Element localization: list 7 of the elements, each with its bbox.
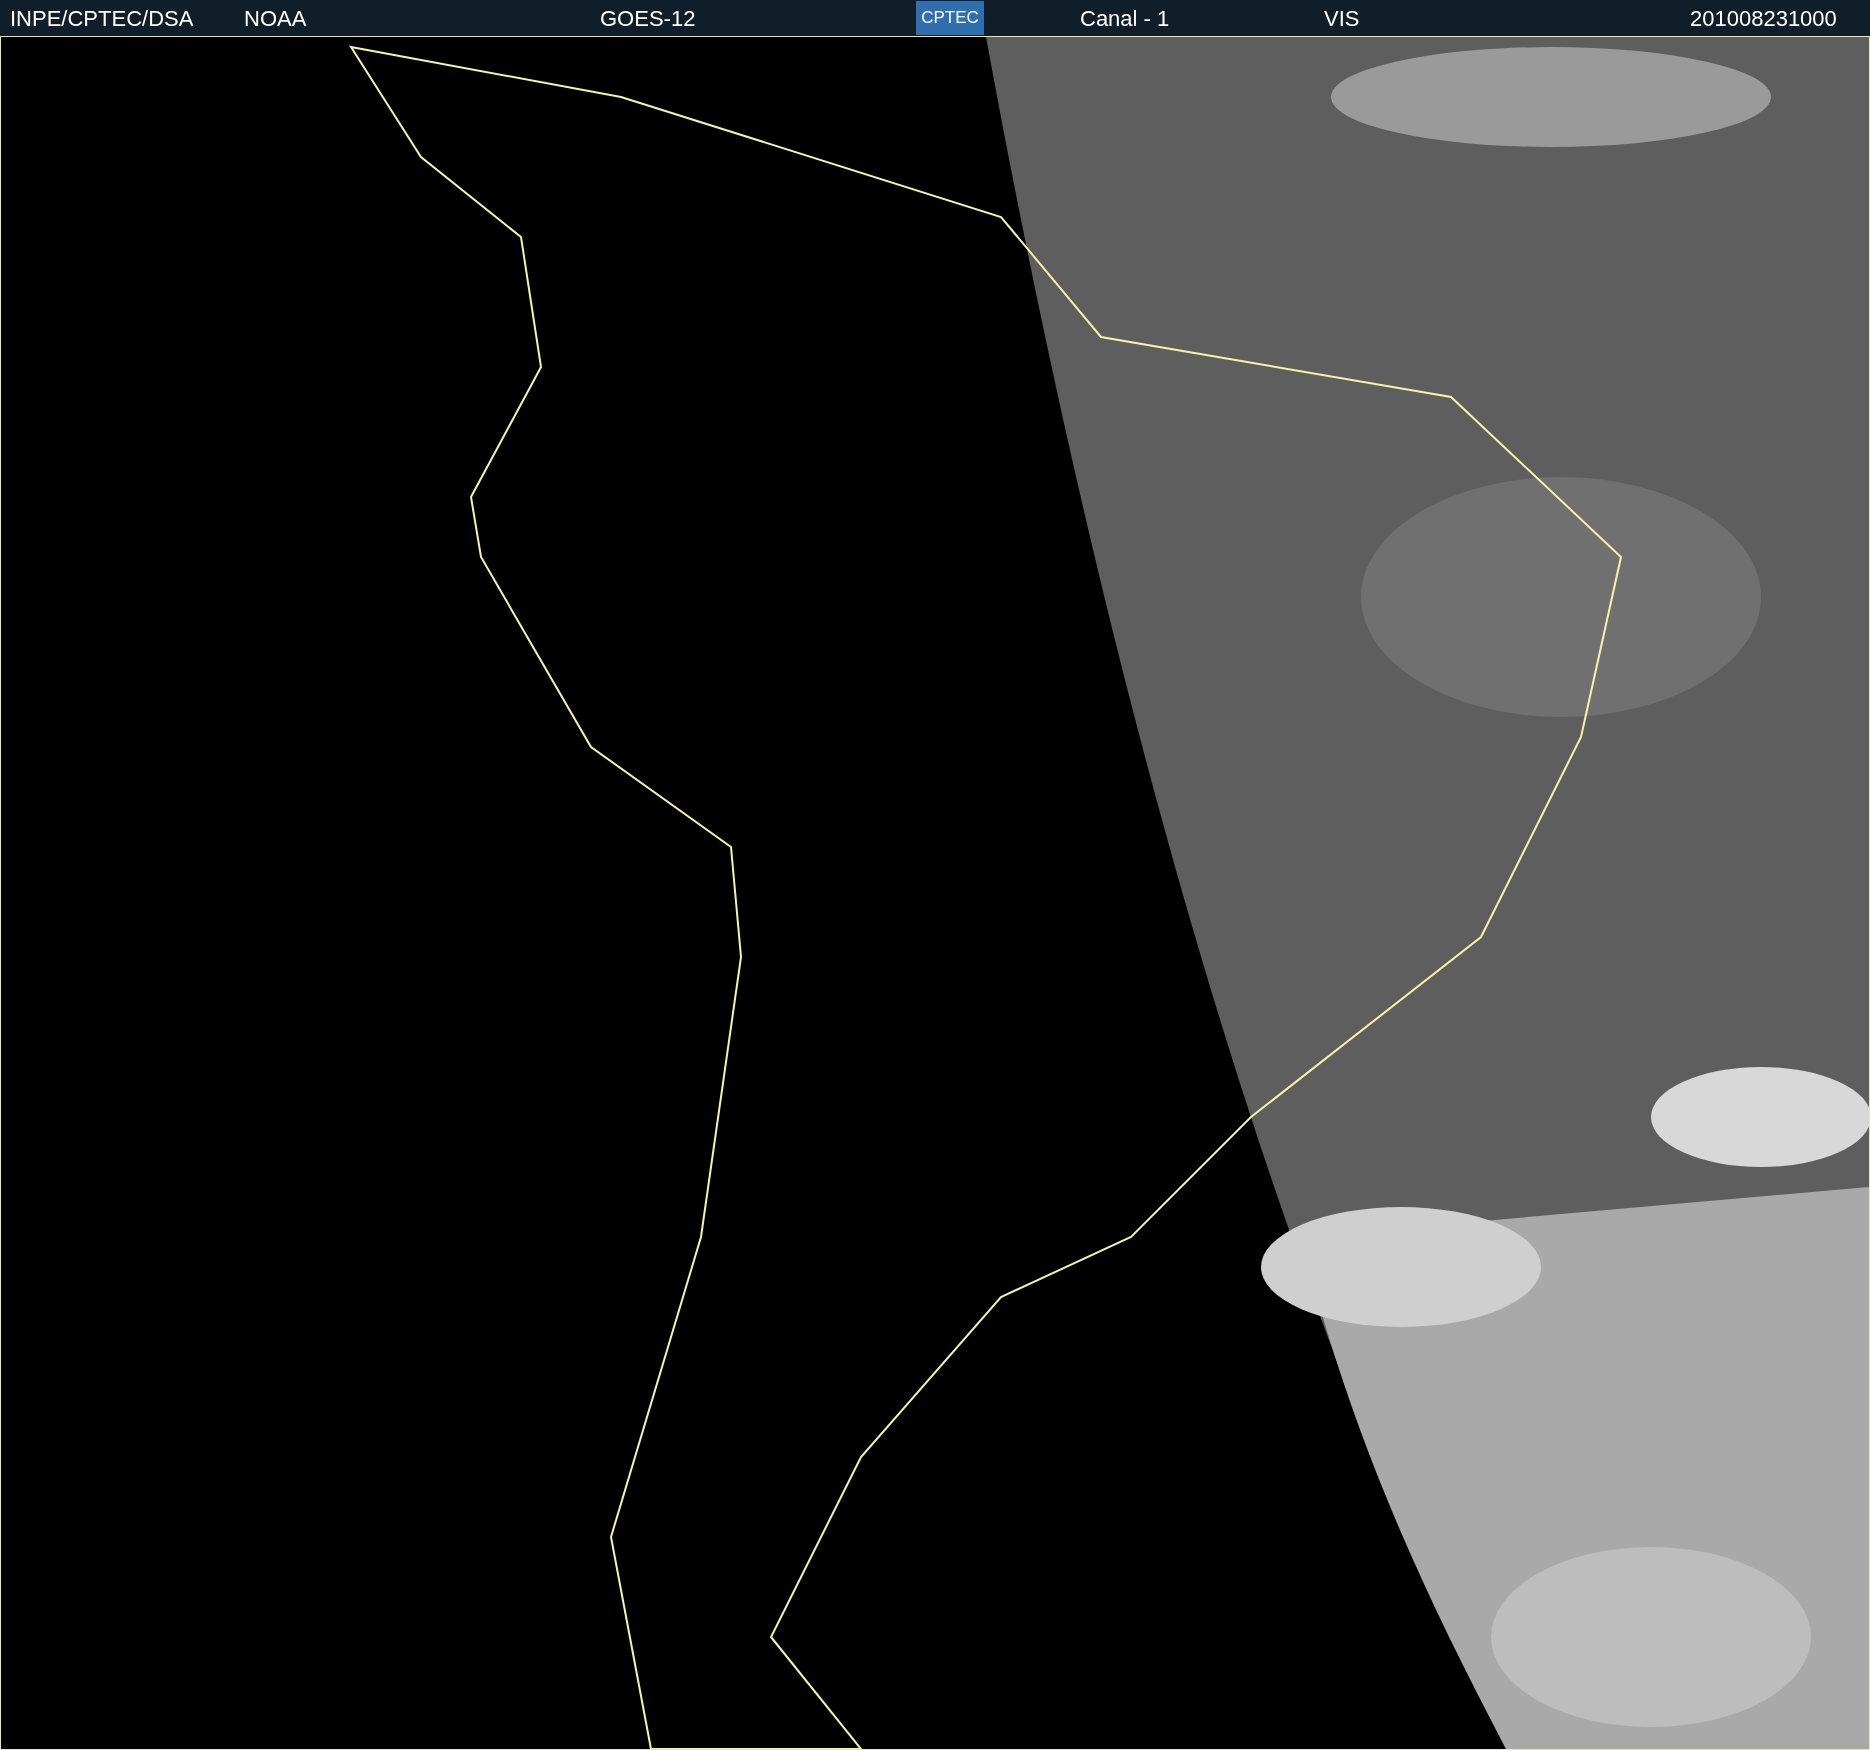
band-label: VIS <box>1324 4 1361 33</box>
channel-label: Canal - 1 <box>1080 4 1171 33</box>
source-label: NOAA <box>244 4 308 33</box>
satellite-label: GOES-12 <box>600 4 697 33</box>
logo: CPTEC <box>916 1 984 35</box>
agency-label: INPE/CPTEC/DSA <box>10 4 195 33</box>
timestamp-label: 201008231000 <box>1690 4 1837 33</box>
